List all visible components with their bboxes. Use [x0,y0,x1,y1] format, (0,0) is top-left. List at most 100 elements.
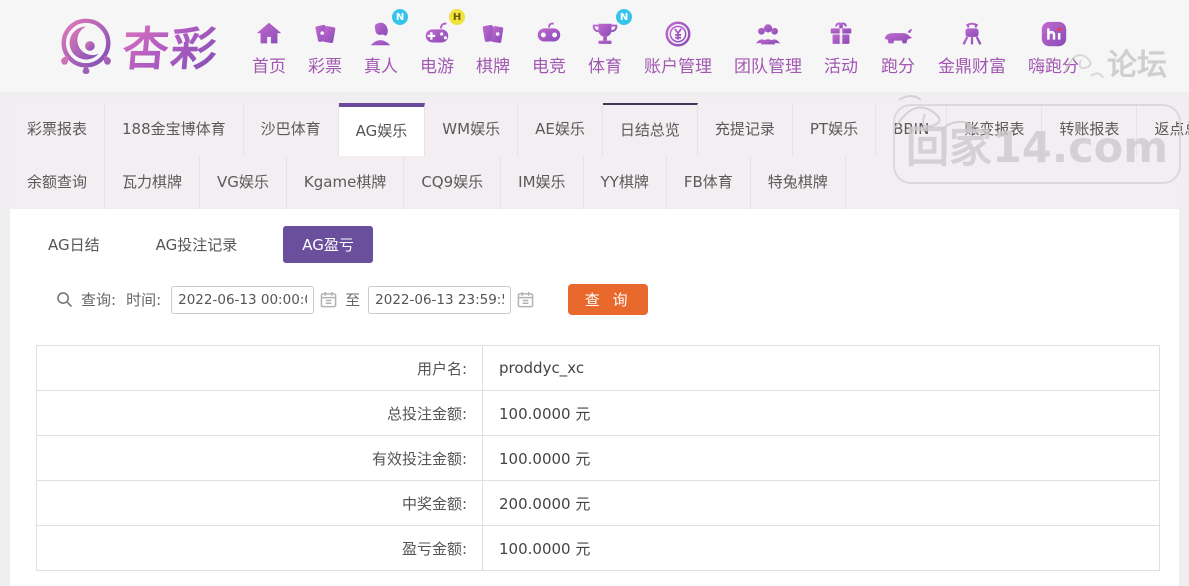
nav-item-live[interactable]: N 真人 [364,9,408,77]
new-badge: N [616,9,632,25]
row-label: 有效投注金额: [36,435,483,481]
row-value: 100.0000 元 [482,435,1160,481]
row-label: 用户名: [36,345,483,391]
calendar-icon[interactable] [517,291,534,308]
tab-vg-entertainment[interactable]: VG娱乐 [200,156,287,209]
row-value: 100.0000 元 [482,525,1160,571]
tab-ag-entertainment[interactable]: AG娱乐 [338,103,426,156]
row-label: 总投注金额: [36,390,483,436]
tab-cq9-entertainment[interactable]: CQ9娱乐 [404,156,502,209]
to-label: 至 [345,291,361,309]
row-value: proddyc_xc [482,345,1160,391]
hi-app-icon [1039,15,1069,49]
tab-shaba-sports[interactable]: 沙巴体育 [244,103,339,156]
tab-tetu-boardgames[interactable]: 特兔棋牌 [751,156,846,209]
nav-item-promotions[interactable]: 活动 [824,15,858,77]
ding-vessel-icon [957,15,987,49]
tab-rebate-total[interactable]: 返点总额 [1137,103,1189,156]
tab-fb-sports[interactable]: FB体育 [667,156,751,209]
row-value: 200.0000 元 [482,480,1160,526]
nav-item-team[interactable]: 团队管理 [734,15,802,77]
date-from-input[interactable] [171,285,315,314]
subtab-ag-profit-loss[interactable]: AG盈亏 [283,226,373,263]
nav-item-lottery[interactable]: 彩票 [308,15,342,77]
search-icon [56,291,73,308]
tab-im-entertainment[interactable]: IM娱乐 [501,156,584,209]
nav-item-label: 电游 [420,57,454,77]
table-row: 总投注金额: 100.0000 元 [36,390,1160,436]
nav-item-egames[interactable]: H 电游 [420,9,465,77]
query-submit-button[interactable]: 查 询 [568,284,649,315]
nav-item-label: 团队管理 [734,57,802,77]
nav-items: 首页 彩票 N 真人 H 电游 棋牌 电竞 N 体育 账户管理 团队管理 活动 … [241,9,1090,77]
trophy-icon: N [590,9,632,49]
tab-row-2: 余额查询 瓦力棋牌 VG娱乐 Kgame棋牌 CQ9娱乐 IM娱乐 YY棋牌 F… [10,156,1179,209]
tab-wm-entertainment[interactable]: WM娱乐 [425,103,519,156]
tab-pt-entertainment[interactable]: PT娱乐 [793,103,877,156]
ag-subtabs: AG日结 AG投注记录 AG盈亏 [38,226,1179,263]
gift-icon [826,15,856,49]
tab-kgame-boardgames[interactable]: Kgame棋牌 [287,156,405,209]
top-navbar: 杏彩 首页 彩票 N 真人 H 电游 棋牌 电竞 N 体育 账户管理 团队管理 … [0,0,1189,92]
esports-gamepad-icon [533,15,565,49]
coin-icon [663,15,693,49]
tab-bbin[interactable]: BBIN [876,103,948,156]
nav-item-jinding[interactable]: 金鼎财富 [938,15,1006,77]
nav-item-label: 跑分 [881,57,915,77]
nav-item-sports[interactable]: N 体育 [588,9,632,77]
nav-item-boardgames[interactable]: 棋牌 [476,15,510,77]
nav-item-label: 棋牌 [476,57,510,77]
table-row: 中奖金额: 200.0000 元 [36,480,1160,526]
profit-loss-table: 用户名: proddyc_xc 总投注金额: 100.0000 元 有效投注金额… [36,345,1160,571]
table-row: 有效投注金额: 100.0000 元 [36,435,1160,481]
row-label: 中奖金额: [36,480,483,526]
table-row: 用户名: proddyc_xc [36,345,1160,391]
tab-ae-entertainment[interactable]: AE娱乐 [518,103,603,156]
nav-item-label: 真人 [364,57,398,77]
date-to-input[interactable] [368,285,512,314]
hot-badge: H [449,9,465,25]
tab-188-sports[interactable]: 188金宝博体育 [105,103,244,156]
tab-lottery-report[interactable]: 彩票报表 [10,103,106,156]
nav-item-label: 账户管理 [644,57,712,77]
tab-account-change-report[interactable]: 账变报表 [947,103,1043,156]
time-label: 时间: [126,291,162,309]
tab-row-1: 彩票报表 188金宝博体育 沙巴体育 AG娱乐 WM娱乐 AE娱乐 日结总览 充… [10,103,1189,156]
tab-transfer-report[interactable]: 转账报表 [1042,103,1138,156]
nav-item-home[interactable]: 首页 [252,15,286,77]
table-row: 盈亏金额: 100.0000 元 [36,525,1160,571]
team-people-icon [752,15,784,49]
nav-item-esports[interactable]: 电竞 [532,15,566,77]
tab-balance-query[interactable]: 余额查询 [10,156,106,209]
nav-item-paofen[interactable]: 跑分 [880,15,916,77]
nav-item-label: 嗨跑分 [1028,57,1079,77]
nav-item-hipaofen[interactable]: 嗨跑分 [1028,15,1079,77]
tab-yy-boardgames[interactable]: YY棋牌 [584,156,667,209]
nav-item-account[interactable]: 账户管理 [644,15,712,77]
query-label: 查询: [81,291,117,309]
nav-item-label: 金鼎财富 [938,57,1006,77]
subtab-ag-bet-records[interactable]: AG投注记录 [146,227,248,262]
report-tabs: 彩票报表 188金宝博体育 沙巴体育 AG娱乐 WM娱乐 AE娱乐 日结总览 充… [10,103,1189,209]
brand-logo[interactable]: 杏彩 [55,12,222,80]
query-bar: 查询: 时间: 至 查 询 [56,284,1179,315]
brand-name: 杏彩 [120,13,222,79]
nav-item-label: 活动 [824,57,858,77]
live-dealer-icon: N [366,9,408,49]
cards-icon [478,15,508,49]
gamepad-icon: H [421,9,465,49]
tickets-icon [310,15,340,49]
new-badge: N [392,9,408,25]
nav-item-label: 首页 [252,57,286,77]
calendar-icon[interactable] [320,291,337,308]
subtab-ag-daily[interactable]: AG日结 [38,227,110,262]
row-label: 盈亏金额: [36,525,483,571]
tab-daily-overview[interactable]: 日结总览 [602,103,698,156]
main-panel: 彩票报表 188金宝博体育 沙巴体育 AG娱乐 WM娱乐 AE娱乐 日结总览 充… [10,103,1189,586]
home-icon [254,15,284,49]
tab-deposit-withdraw[interactable]: 充提记录 [698,103,793,156]
nav-item-label: 体育 [588,57,622,77]
rhino-icon [880,15,916,49]
nav-item-label: 电竞 [532,57,566,77]
tab-wali-boardgames[interactable]: 瓦力棋牌 [105,156,201,209]
